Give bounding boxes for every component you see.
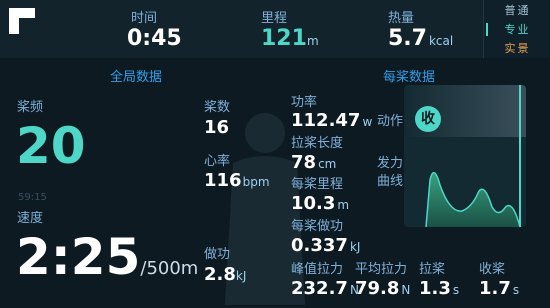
speed-value: 2:25 (16, 228, 141, 286)
peak-force-stat: 232.7 N (291, 278, 359, 299)
speed-label: 速度 (17, 211, 44, 226)
stroke-rate-label: 桨频 (17, 100, 44, 115)
work-value: 2.8 (204, 264, 236, 285)
action-label: 动作 (377, 114, 404, 129)
stroke-distance-value: 10.3 (291, 193, 336, 214)
peak-force-value: 232.7 (291, 278, 348, 299)
stroke-count-label: 桨数 (204, 100, 231, 115)
heart-rate-unit: bpm (242, 175, 270, 189)
avg-force-label: 平均拉力 (355, 262, 408, 277)
stroke-distance-unit: m (337, 198, 350, 212)
power-unit: w (362, 115, 373, 129)
stroke-distance-stat: 10.3 m (291, 193, 349, 214)
stroke-length-stat: 78 cm (291, 152, 336, 173)
avg-force-value: 79.8 (355, 278, 400, 299)
recovery-unit: s (512, 283, 520, 297)
recovery-value: 1.7 (479, 278, 511, 299)
drive-label: 拉桨 (419, 262, 446, 277)
distance-value: 121 (261, 26, 307, 51)
drive-value: 1.3 (419, 278, 451, 299)
mode-switcher: 普通 专业 实景 (483, 0, 550, 58)
mode-normal-tab[interactable]: 普通 (484, 1, 550, 20)
force-curve-label-line2: 曲线 (377, 174, 404, 189)
stroke-length-label: 拉桨长度 (291, 136, 344, 151)
force-curve-area (426, 172, 520, 227)
speed-unit: /500m (140, 258, 199, 279)
distance-stat: 121m (261, 26, 319, 51)
mode-realscene-tab[interactable]: 实景 (484, 39, 550, 58)
calories-unit: kcal (428, 34, 454, 48)
calories-stat: 5.7 kcal (388, 26, 453, 51)
stroke-work-label: 每桨做功 (291, 219, 344, 234)
avg-force-unit: N (401, 283, 411, 297)
per-stroke-data-title: 每桨数据 (383, 70, 436, 85)
stroke-rate-value: 20 (16, 117, 86, 175)
stroke-work-value: 0.337 (291, 235, 348, 256)
recovery-label: 收桨 (479, 262, 506, 277)
distance-label: 里程 (261, 11, 288, 26)
background-overlay-text: 59:15 (18, 192, 47, 203)
stroke-work-stat: 0.337 kJ (291, 235, 360, 256)
power-label: 功率 (291, 95, 318, 110)
speed-stat: 2:25/500m (16, 227, 198, 287)
avg-force-stat: 79.8 N (355, 278, 410, 299)
calories-label: 热量 (388, 11, 415, 26)
heart-rate-label: 心率 (204, 154, 231, 169)
mode-pro-label: 专业 (504, 23, 531, 36)
mode-normal-label: 普通 (504, 4, 531, 17)
work-unit: kJ (235, 269, 247, 283)
drive-stat: 1.3 s (419, 278, 459, 299)
work-stat: 2.8kJ (204, 264, 246, 285)
distance-unit: m (306, 34, 319, 48)
mode-realscene-label: 实景 (504, 42, 531, 55)
drive-unit: s (452, 283, 460, 297)
heart-rate-stat: 116bpm (204, 170, 270, 191)
recovery-stat: 1.7 s (479, 278, 519, 299)
time-label: 时间 (131, 11, 158, 26)
stroke-count-value: 16 (204, 117, 230, 138)
power-value: 112.47 (291, 110, 361, 131)
force-curve-label-line1: 发力 (377, 156, 404, 171)
heart-rate-value: 116 (204, 170, 242, 191)
action-state-badge: 收 (415, 106, 441, 132)
global-data-title: 全局数据 (110, 70, 163, 85)
active-mode-indicator (486, 23, 488, 36)
stroke-length-value: 78 (291, 152, 317, 173)
app-logo-icon (9, 8, 35, 34)
power-stat: 112.47 w (291, 110, 372, 131)
work-label: 做功 (204, 247, 231, 262)
peak-force-label: 峰值拉力 (291, 262, 344, 277)
stroke-work-unit: kJ (349, 240, 361, 254)
stroke-distance-label: 每桨里程 (291, 177, 344, 192)
stroke-length-unit: cm (318, 157, 337, 171)
mode-pro-tab[interactable]: 专业 (484, 20, 550, 39)
calories-value: 5.7 (388, 26, 427, 51)
time-value: 0:45 (127, 26, 182, 51)
